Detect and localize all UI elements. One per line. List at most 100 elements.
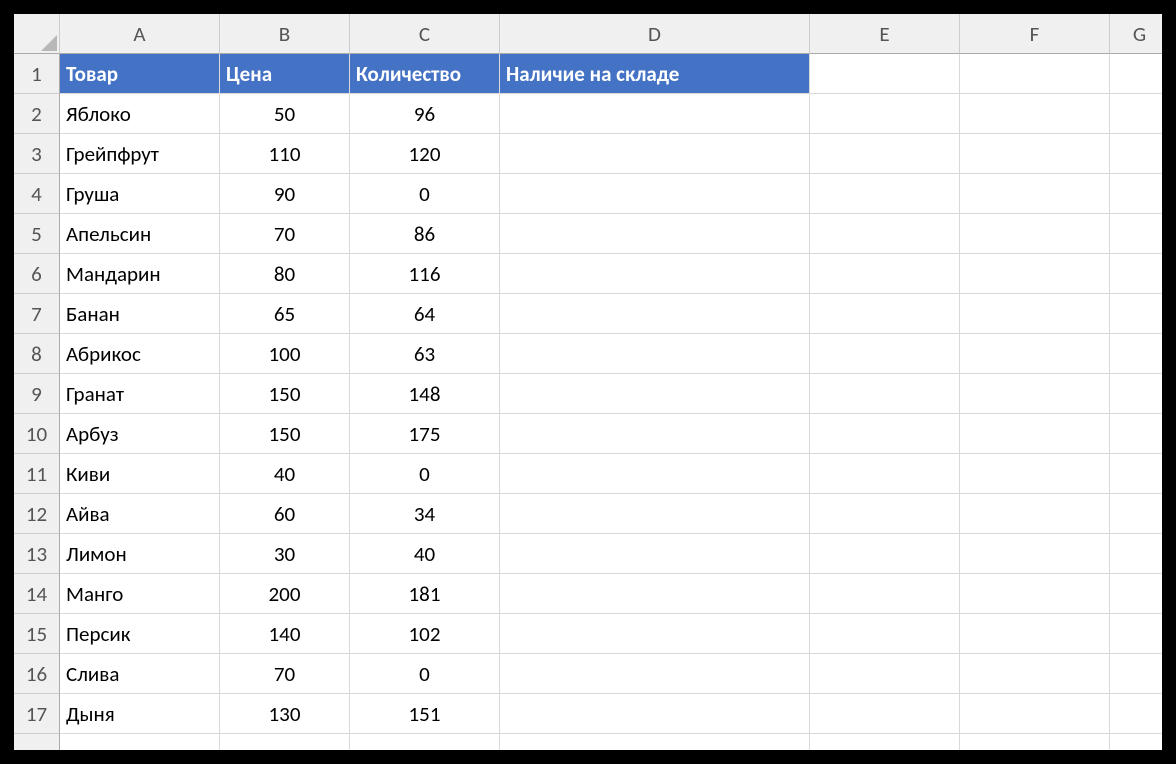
cell-empty[interactable] [350,734,500,750]
cell-price[interactable]: 200 [220,574,350,614]
cell-price[interactable]: 110 [220,134,350,174]
cell-empty[interactable] [1110,494,1162,534]
cell-price[interactable]: 130 [220,694,350,734]
cell-price[interactable]: 100 [220,334,350,374]
cell-empty[interactable] [810,534,960,574]
cell-empty[interactable] [810,574,960,614]
cell-empty[interactable] [1110,654,1162,694]
cell-price[interactable]: 50 [220,94,350,134]
cell-empty[interactable] [960,334,1110,374]
cell-empty[interactable] [960,94,1110,134]
cell-empty[interactable] [960,294,1110,334]
cell-empty[interactable] [500,94,810,134]
row-header-8[interactable]: 8 [14,334,60,374]
row-header-9[interactable]: 9 [14,374,60,414]
row-header-16[interactable]: 16 [14,654,60,694]
cell-empty[interactable] [500,414,810,454]
cell-empty[interactable] [500,294,810,334]
row-header-14[interactable]: 14 [14,574,60,614]
cell-product[interactable]: Арбуз [60,414,220,454]
cell-empty[interactable] [500,734,810,750]
cell-empty[interactable] [1110,454,1162,494]
row-header-17[interactable]: 17 [14,694,60,734]
cell-empty[interactable] [810,54,960,94]
cell-empty[interactable] [960,734,1110,750]
cell-qty[interactable]: 0 [350,174,500,214]
row-header-11[interactable]: 11 [14,454,60,494]
spreadsheet-grid[interactable]: ABCDEFG1ТоварЦенаКоличествоНаличие на ск… [14,14,1162,750]
cell-empty[interactable] [960,134,1110,174]
cell-product[interactable]: Грейпфрут [60,134,220,174]
cell-qty[interactable]: 34 [350,494,500,534]
cell-empty[interactable] [500,694,810,734]
cell-empty[interactable] [960,374,1110,414]
row-header-10[interactable]: 10 [14,414,60,454]
cell-empty[interactable] [500,534,810,574]
cell-empty[interactable] [1110,134,1162,174]
cell-qty[interactable]: 181 [350,574,500,614]
cell-qty[interactable]: 40 [350,534,500,574]
cell-empty[interactable] [810,334,960,374]
cell-qty[interactable]: 116 [350,254,500,294]
column-header-A[interactable]: A [60,14,220,54]
cell-empty[interactable] [1110,734,1162,750]
cell-empty[interactable] [1110,614,1162,654]
row-header-2[interactable]: 2 [14,94,60,134]
cell-empty[interactable] [810,694,960,734]
cell-empty[interactable] [960,534,1110,574]
cell-price[interactable]: 65 [220,294,350,334]
cell-empty[interactable] [1110,94,1162,134]
cell-empty[interactable] [500,134,810,174]
cell-product[interactable]: Яблоко [60,94,220,134]
cell-empty[interactable] [810,454,960,494]
cell-empty[interactable] [500,214,810,254]
cell-empty[interactable] [1110,334,1162,374]
row-header-18[interactable] [14,734,60,750]
cell-empty[interactable] [810,294,960,334]
column-header-B[interactable]: B [220,14,350,54]
cell-product[interactable]: Слива [60,654,220,694]
cell-empty[interactable] [960,414,1110,454]
row-header-1[interactable]: 1 [14,54,60,94]
cell-qty[interactable]: 0 [350,654,500,694]
cell-empty[interactable] [1110,694,1162,734]
cell-empty[interactable] [500,454,810,494]
cell-empty[interactable] [810,374,960,414]
cell-qty[interactable]: 96 [350,94,500,134]
cell-product[interactable]: Груша [60,174,220,214]
cell-empty[interactable] [500,254,810,294]
cell-empty[interactable] [1110,174,1162,214]
cell-empty[interactable] [500,334,810,374]
cell-empty[interactable] [810,94,960,134]
cell-empty[interactable] [1110,214,1162,254]
cell-price[interactable]: 70 [220,654,350,694]
cell-empty[interactable] [960,174,1110,214]
cell-empty[interactable] [960,254,1110,294]
cell-empty[interactable] [810,254,960,294]
row-header-4[interactable]: 4 [14,174,60,214]
column-header-D[interactable]: D [500,14,810,54]
cell-qty[interactable]: 0 [350,454,500,494]
cell-empty[interactable] [960,654,1110,694]
cell-empty[interactable] [500,654,810,694]
cell-price[interactable]: 150 [220,374,350,414]
cell-empty[interactable] [1110,574,1162,614]
cell-empty[interactable] [810,614,960,654]
cell-empty[interactable] [1110,534,1162,574]
cell-product[interactable]: Айва [60,494,220,534]
cell-empty[interactable] [500,494,810,534]
cell-empty[interactable] [960,454,1110,494]
header-price[interactable]: Цена [220,54,350,94]
cell-empty[interactable] [500,574,810,614]
cell-empty[interactable] [500,614,810,654]
cell-empty[interactable] [960,494,1110,534]
header-stock[interactable]: Наличие на складе [500,54,810,94]
cell-price[interactable]: 140 [220,614,350,654]
cell-empty[interactable] [60,734,220,750]
cell-qty[interactable]: 120 [350,134,500,174]
cell-empty[interactable] [960,214,1110,254]
cell-product[interactable]: Банан [60,294,220,334]
row-header-7[interactable]: 7 [14,294,60,334]
cell-empty[interactable] [810,214,960,254]
cell-empty[interactable] [960,54,1110,94]
